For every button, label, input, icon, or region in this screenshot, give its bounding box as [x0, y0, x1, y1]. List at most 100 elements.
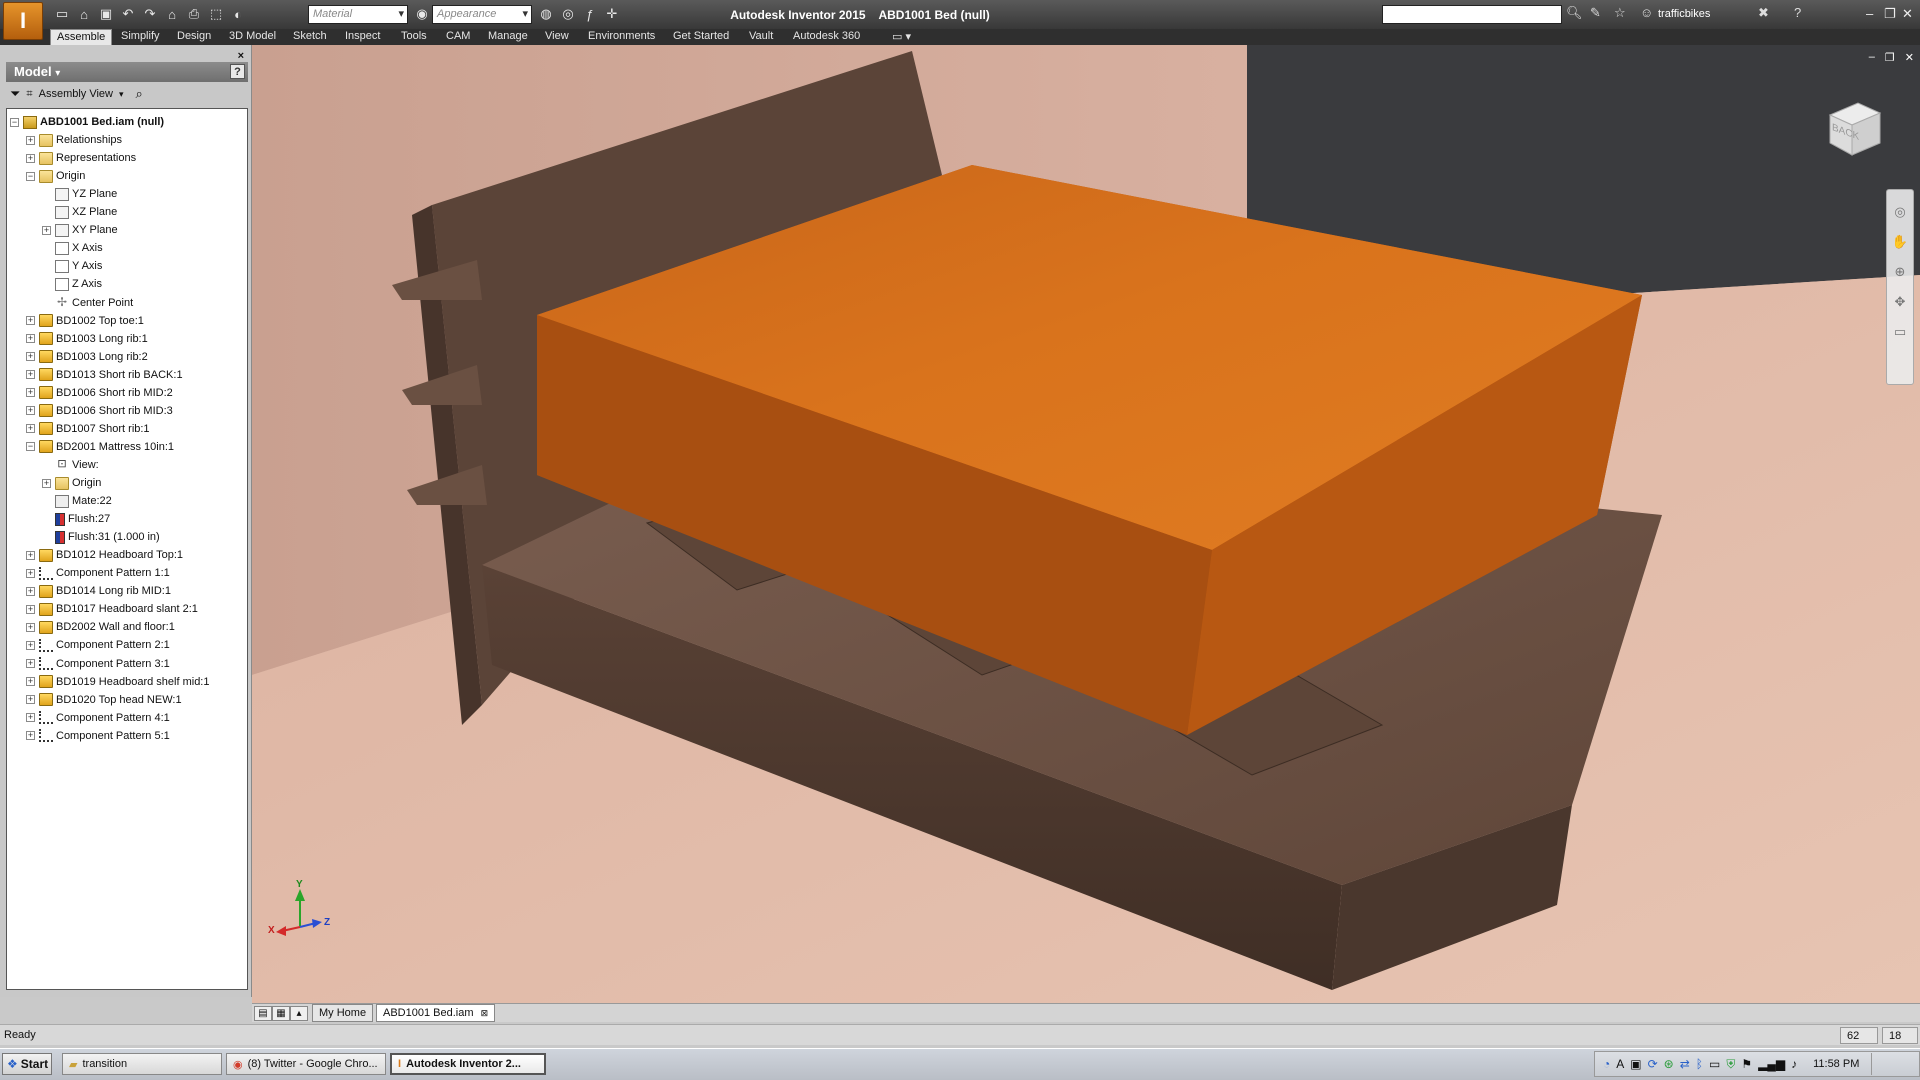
- model-browser-header[interactable]: Model ▾ ?: [6, 62, 248, 82]
- expand-toggle-icon[interactable]: +: [26, 731, 35, 741]
- expand-toggle-icon[interactable]: +: [26, 388, 35, 398]
- volume-icon[interactable]: ♪: [1791, 1057, 1797, 1071]
- tree-node[interactable]: + Component Pattern 2:1: [26, 636, 170, 654]
- expand-toggle-icon[interactable]: +: [26, 713, 35, 723]
- tree-node[interactable]: YZ Plane: [42, 185, 117, 203]
- tree-node[interactable]: + BD1006 Short rib MID:2: [26, 384, 173, 402]
- tree-node[interactable]: + Component Pattern 1:1: [26, 564, 170, 582]
- look-at-icon[interactable]: ▭: [1894, 324, 1906, 340]
- application-menu-button[interactable]: I: [3, 2, 43, 40]
- filter-icon[interactable]: ⏷: [10, 86, 20, 102]
- close-tab-icon[interactable]: ⊠: [481, 1008, 489, 1018]
- signal-icon[interactable]: ▂▄▆: [1758, 1057, 1785, 1071]
- doc-close-button[interactable]: ✕: [1905, 51, 1914, 64]
- tree-node[interactable]: + BD1017 Headboard slant 2:1: [26, 600, 198, 618]
- expand-toggle-icon[interactable]: +: [26, 135, 35, 145]
- tree-node[interactable]: + Component Pattern 4:1: [26, 709, 170, 727]
- expand-toggle-icon[interactable]: +: [26, 316, 35, 326]
- tree-node[interactable]: + BD2002 Wall and floor:1: [26, 618, 175, 636]
- tree-node[interactable]: − Origin: [26, 167, 85, 185]
- tree-node[interactable]: + Representations: [26, 149, 136, 167]
- tab-environments[interactable]: Environments: [588, 29, 655, 45]
- security-icon[interactable]: ⊛: [1664, 1057, 1674, 1071]
- expand-toggle-icon[interactable]: −: [26, 442, 35, 452]
- shield-icon[interactable]: ⛨: [1726, 1057, 1735, 1072]
- favorites-icon[interactable]: ☆: [1614, 5, 1626, 21]
- network-icon[interactable]: ◔: [1603, 1057, 1610, 1071]
- steering-wheel-icon[interactable]: ◎: [1894, 204, 1905, 220]
- expand-toggle-icon[interactable]: +: [26, 406, 35, 416]
- tree-node[interactable]: − ABD1001 Bed.iam (null): [10, 113, 164, 131]
- tab-tools[interactable]: Tools: [401, 29, 427, 45]
- tree-node[interactable]: Y Axis: [42, 257, 102, 275]
- tree-node[interactable]: + Component Pattern 3:1: [26, 655, 170, 673]
- tab-view[interactable]: View: [545, 29, 569, 45]
- tree-node[interactable]: X Axis: [42, 239, 103, 257]
- expand-toggle-icon[interactable]: +: [26, 604, 35, 614]
- zoom-icon[interactable]: ⊕: [1895, 264, 1906, 280]
- tab-simplify[interactable]: Simplify: [121, 29, 160, 45]
- expand-toggle-icon[interactable]: +: [26, 640, 35, 650]
- expand-toggle-icon[interactable]: +: [26, 677, 35, 687]
- tree-node[interactable]: + BD1002 Top toe:1: [26, 312, 144, 330]
- tree-node[interactable]: + XY Plane: [42, 221, 118, 239]
- expand-toggle-icon[interactable]: +: [42, 225, 51, 235]
- expand-toggle-icon[interactable]: −: [26, 171, 35, 181]
- flag-icon[interactable]: ⚑: [1741, 1057, 1752, 1071]
- expand-toggle-icon[interactable]: +: [26, 586, 35, 596]
- close-button[interactable]: ✕: [1902, 6, 1913, 22]
- expand-toggle-icon[interactable]: +: [26, 550, 35, 560]
- tab-vault[interactable]: Vault: [749, 29, 773, 45]
- close-panel-icon[interactable]: ×: [238, 50, 244, 62]
- tree-node[interactable]: + Origin: [42, 474, 101, 492]
- tree-node[interactable]: + Component Pattern 5:1: [26, 727, 170, 745]
- tab-autodesk-360[interactable]: Autodesk 360: [793, 29, 860, 45]
- find-icon[interactable]: ⌕: [136, 86, 143, 102]
- expand-toggle-icon[interactable]: +: [26, 334, 35, 344]
- expand-toggle-icon[interactable]: +: [26, 153, 35, 163]
- expand-toggle-icon[interactable]: −: [10, 117, 19, 127]
- tree-node[interactable]: XZ Plane: [42, 203, 117, 221]
- user-icon[interactable]: ☺: [1640, 5, 1653, 20]
- tray-app-icon[interactable]: ▣: [1630, 1057, 1641, 1071]
- tab-assemble[interactable]: Assemble: [50, 29, 113, 45]
- tree-node[interactable]: ✢ Center Point: [42, 294, 133, 312]
- expand-toggle-icon[interactable]: +: [26, 424, 35, 434]
- tree-node[interactable]: Z Axis: [42, 275, 102, 293]
- subscription-icon[interactable]: ✎: [1590, 5, 1601, 21]
- user-name[interactable]: trafficbikes: [1658, 8, 1710, 20]
- doc-minimize-button[interactable]: –: [1869, 51, 1875, 64]
- tab-my-home[interactable]: My Home: [312, 1004, 374, 1022]
- expand-toggle-icon[interactable]: +: [26, 370, 35, 380]
- show-desktop-button[interactable]: [1871, 1053, 1881, 1075]
- tab-design[interactable]: Design: [177, 29, 211, 45]
- tree-node[interactable]: ⊡ View:: [42, 456, 98, 474]
- start-button[interactable]: ❖ Start: [2, 1053, 52, 1075]
- taskbar-button-chrome[interactable]: ◉ (8) Twitter - Google Chro...: [226, 1053, 386, 1075]
- cascade-icon[interactable]: ▤: [254, 1006, 272, 1021]
- taskbar-clock[interactable]: 11:58 PM: [1813, 1058, 1859, 1070]
- doc-restore-button[interactable]: ❐: [1885, 51, 1895, 64]
- pan-icon[interactable]: ✋: [1892, 234, 1908, 250]
- tree-node[interactable]: + BD1014 Long rib MID:1: [26, 582, 171, 600]
- bluetooth-icon[interactable]: ᛒ: [1696, 1057, 1703, 1071]
- tab-inspect[interactable]: Inspect: [345, 29, 380, 45]
- expand-toggle-icon[interactable]: +: [26, 622, 35, 632]
- tab-sketch[interactable]: Sketch: [293, 29, 327, 45]
- search-icon[interactable]: 🔍︎: [1566, 5, 1583, 21]
- maximize-button[interactable]: ❐: [1884, 6, 1896, 22]
- chevron-down-icon[interactable]: ▾: [119, 89, 124, 100]
- tree-node[interactable]: + BD1013 Short rib BACK:1: [26, 366, 183, 384]
- tree-node[interactable]: + BD1003 Long rib:1: [26, 330, 148, 348]
- graphics-viewport[interactable]: – ❐ ✕ BACK ◎ ✋ ⊕ ✥ ▭ Y X Z: [252, 45, 1920, 1003]
- expand-toggle-icon[interactable]: +: [26, 352, 35, 362]
- expand-toggle-icon[interactable]: +: [42, 478, 51, 488]
- tree-node[interactable]: − BD2001 Mattress 10in:1: [26, 438, 174, 456]
- tree-node[interactable]: + BD1007 Short rib:1: [26, 420, 150, 438]
- tree-node[interactable]: + BD1020 Top head NEW:1: [26, 691, 182, 709]
- tree-node[interactable]: + BD1019 Headboard shelf mid:1: [26, 673, 209, 691]
- sync-icon[interactable]: ⇄: [1680, 1057, 1690, 1071]
- tab-get-started[interactable]: Get Started: [673, 29, 729, 45]
- tree-node[interactable]: Mate:22: [42, 492, 112, 510]
- update-icon[interactable]: ⟳: [1648, 1057, 1658, 1071]
